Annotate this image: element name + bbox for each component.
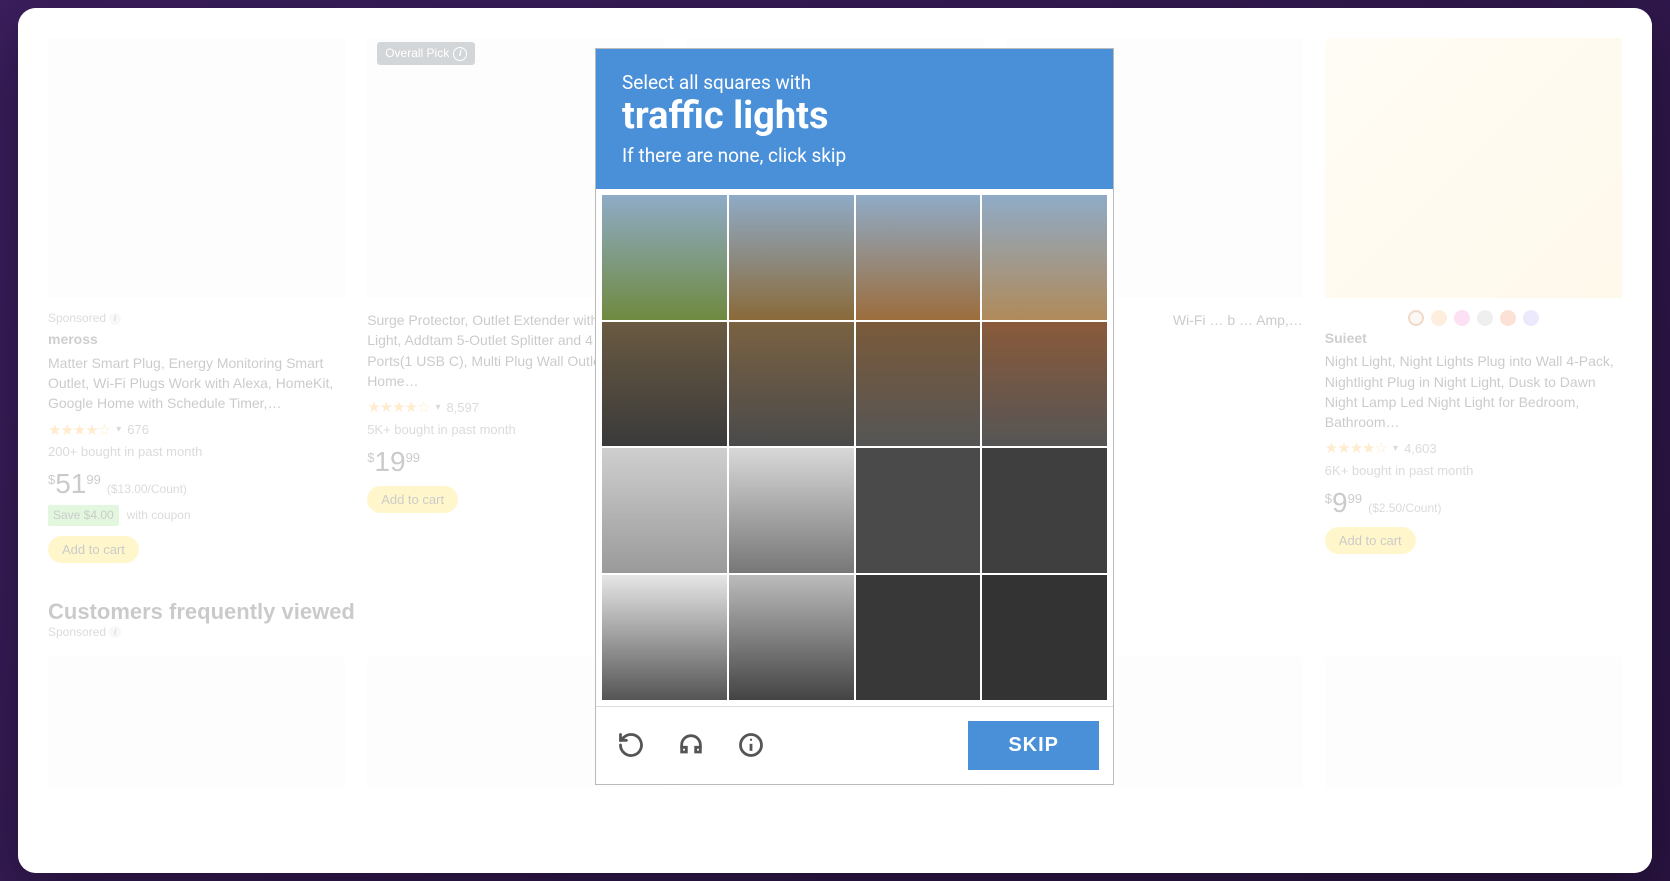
captcha-tile[interactable] xyxy=(856,448,981,573)
captcha-tile[interactable] xyxy=(856,322,981,447)
stars-icon: ★★★★☆ xyxy=(1325,438,1387,460)
price-row: $999 ($2.50/Count) xyxy=(1325,489,1622,517)
swatch[interactable] xyxy=(1477,310,1493,326)
chevron-down-icon[interactable]: ▾ xyxy=(116,423,121,438)
captcha-target-label: traffic lights xyxy=(622,96,1087,138)
swatch[interactable] xyxy=(1500,310,1516,326)
captcha-tile[interactable] xyxy=(982,448,1107,573)
captcha-tile[interactable] xyxy=(982,575,1107,700)
rating-count: 4,603 xyxy=(1404,440,1437,459)
per-count: ($13.00/Count) xyxy=(107,481,187,498)
audio-icon[interactable] xyxy=(676,730,706,760)
product-card[interactable]: Sponsoredi meross Matter Smart Plug, Ene… xyxy=(48,38,345,563)
product-image[interactable] xyxy=(48,657,345,787)
reload-icon[interactable] xyxy=(616,730,646,760)
brand-name: meross xyxy=(48,329,345,349)
chevron-down-icon[interactable]: ▾ xyxy=(1393,442,1398,457)
captcha-header: Select all squares with traffic lights I… xyxy=(596,49,1113,189)
bought-count: 200+ bought in past month xyxy=(48,443,345,462)
product-image[interactable] xyxy=(1325,38,1622,298)
product-card[interactable]: Suieet Night Light, Night Lights Plug in… xyxy=(1325,38,1622,563)
per-count: ($2.50/Count) xyxy=(1368,500,1441,517)
captcha-tile[interactable] xyxy=(729,575,854,700)
captcha-instruction-line2: If there are none, click skip xyxy=(622,144,1087,167)
captcha-skip-button[interactable]: SKIP xyxy=(968,721,1099,770)
price: $1999 xyxy=(367,448,420,476)
captcha-instruction-line1: Select all squares with xyxy=(622,71,1087,94)
info-icon[interactable]: i xyxy=(453,47,467,61)
sponsored-label: Sponsoredi xyxy=(48,310,345,327)
info-icon[interactable] xyxy=(736,730,766,760)
captcha-footer: SKIP xyxy=(596,706,1113,784)
add-to-cart-button[interactable]: Add to cart xyxy=(1325,527,1416,554)
captcha-dialog: Select all squares with traffic lights I… xyxy=(595,48,1114,785)
rating-count: 676 xyxy=(127,421,149,440)
rating-row[interactable]: ★★★★☆ ▾ 676 xyxy=(48,420,345,442)
captcha-image-grid xyxy=(596,189,1113,706)
product-title[interactable]: Matter Smart Plug, Energy Monitoring Sma… xyxy=(48,353,345,414)
swatch[interactable] xyxy=(1523,310,1539,326)
captcha-tile[interactable] xyxy=(602,195,727,320)
captcha-tile[interactable] xyxy=(729,448,854,573)
captcha-tile[interactable] xyxy=(856,575,981,700)
info-icon[interactable]: i xyxy=(109,626,121,638)
stars-icon: ★★★★☆ xyxy=(48,420,110,442)
captcha-tile[interactable] xyxy=(856,195,981,320)
overall-pick-badge: Overall Picki xyxy=(377,42,475,65)
product-card[interactable] xyxy=(1325,657,1622,799)
swatch[interactable] xyxy=(1454,310,1470,326)
captcha-tile[interactable] xyxy=(729,322,854,447)
color-swatches xyxy=(1325,310,1622,326)
coupon-note: with coupon xyxy=(127,508,191,522)
stars-icon: ★★★★☆ xyxy=(367,397,429,419)
product-image[interactable] xyxy=(1325,657,1622,787)
brand-name: Suieet xyxy=(1325,328,1622,348)
product-title[interactable]: Night Light, Night Lights Plug into Wall… xyxy=(1325,351,1622,432)
bought-count: 6K+ bought in past month xyxy=(1325,462,1622,481)
rating-count: 8,597 xyxy=(446,399,479,418)
price-row: $5199 ($13.00/Count) xyxy=(48,470,345,498)
chevron-down-icon[interactable]: ▾ xyxy=(435,401,440,416)
captcha-tile[interactable] xyxy=(602,448,727,573)
captcha-tile[interactable] xyxy=(602,322,727,447)
captcha-tile[interactable] xyxy=(729,195,854,320)
rating-row[interactable]: ★★★★☆ ▾ 4,603 xyxy=(1325,438,1622,460)
add-to-cart-button[interactable]: Add to cart xyxy=(48,536,139,563)
captcha-tile[interactable] xyxy=(982,322,1107,447)
product-card[interactable] xyxy=(48,657,345,799)
captcha-tile[interactable] xyxy=(602,575,727,700)
add-to-cart-button[interactable]: Add to cart xyxy=(367,486,458,513)
swatch[interactable] xyxy=(1408,310,1424,326)
price: $5199 xyxy=(48,470,101,498)
price: $999 xyxy=(1325,489,1362,517)
captcha-tile[interactable] xyxy=(982,195,1107,320)
coupon-badge[interactable]: Save $4.00 xyxy=(48,505,119,526)
swatch[interactable] xyxy=(1431,310,1447,326)
product-image[interactable] xyxy=(48,38,345,298)
info-icon[interactable]: i xyxy=(109,313,121,325)
